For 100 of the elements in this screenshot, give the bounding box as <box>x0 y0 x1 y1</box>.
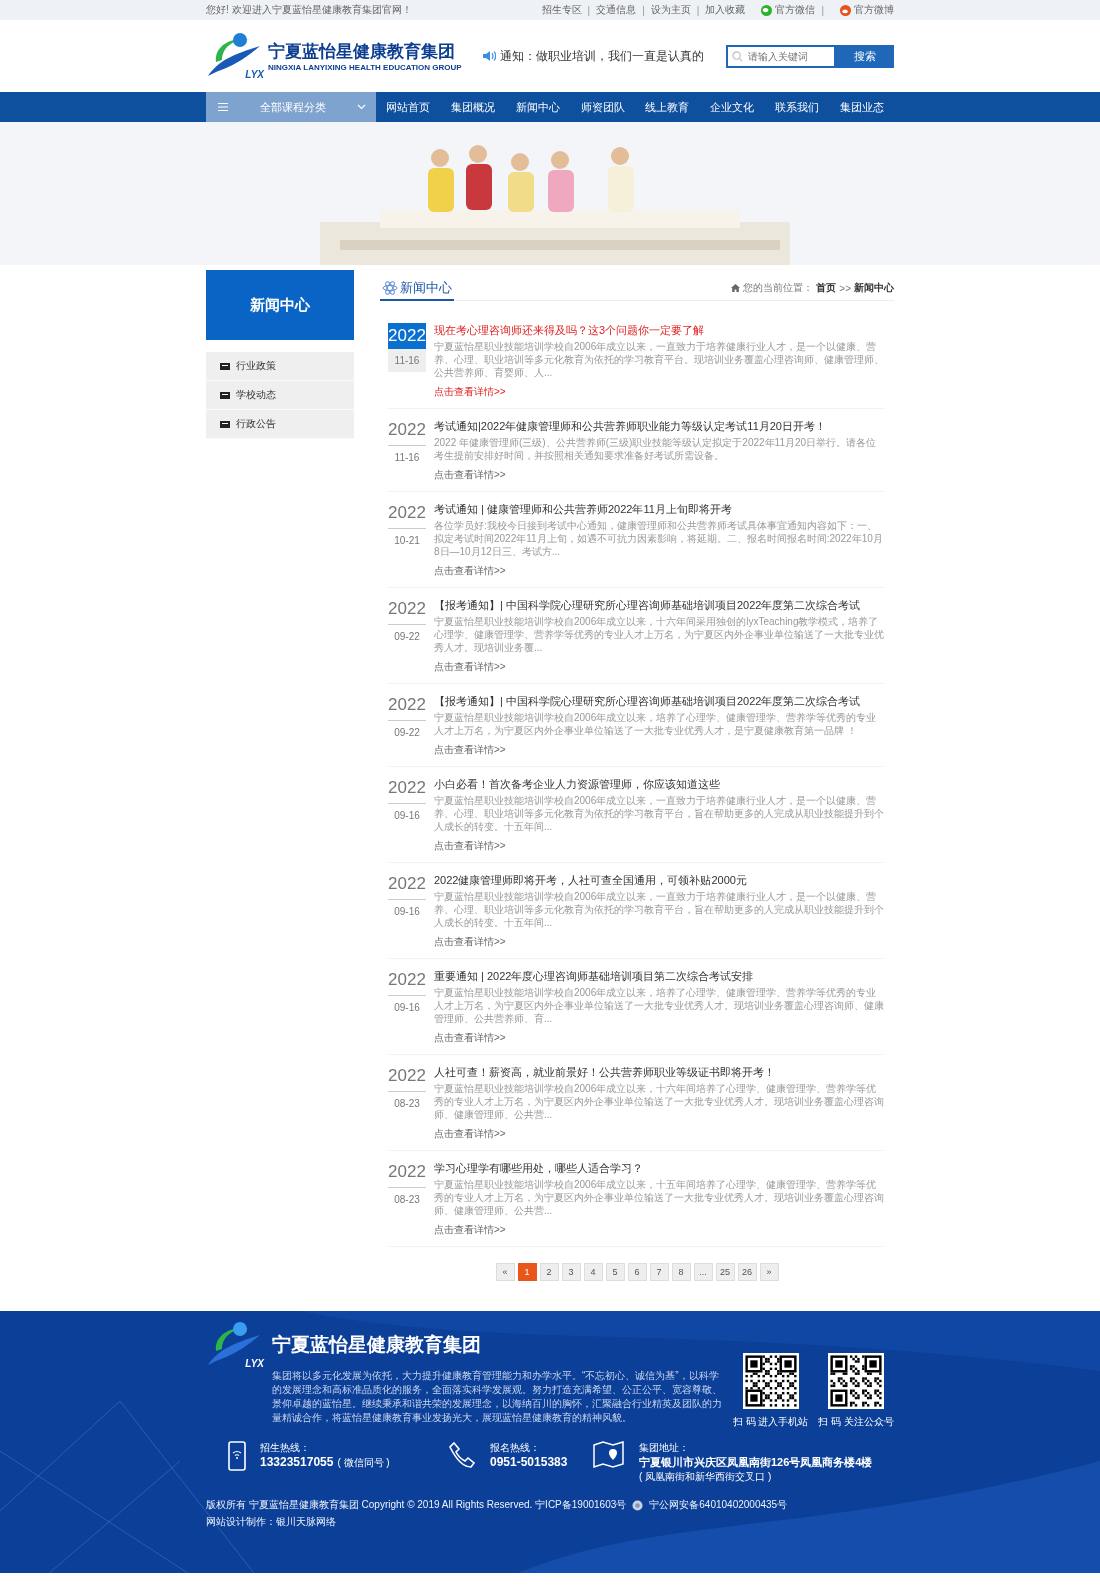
page-button[interactable]: 1 <box>517 1263 537 1281</box>
swoosh-logo-icon <box>206 32 262 78</box>
page-button[interactable]: 8 <box>671 1263 691 1281</box>
breadcrumb-label: 您的当前位置： <box>743 281 814 295</box>
read-more-link[interactable]: 点击查看详情>> <box>434 386 506 397</box>
date-year: 2022 <box>388 1065 426 1092</box>
news-title-link[interactable]: 现在考心理咨询师还来得及吗？这3个问题你一定要了解 <box>434 323 884 338</box>
read-more-link[interactable]: 点击查看详情>> <box>434 936 506 947</box>
date-day: 10-21 <box>388 529 426 546</box>
brand-subtitle: NINGXIA LANYIXING HEALTH EDUCATION GROUP <box>268 63 462 72</box>
nav-tab[interactable]: 师资团队 <box>570 92 635 122</box>
page-button[interactable]: 26 <box>737 1263 757 1281</box>
qr-caption: 扫 码 关注公众号 <box>818 1415 894 1429</box>
social-link[interactable]: 官方微信 <box>761 3 816 17</box>
read-more-link[interactable]: 点击查看详情>> <box>434 661 506 672</box>
page-button[interactable]: 7 <box>649 1263 669 1281</box>
search-icon <box>732 50 743 62</box>
telephone-icon <box>448 1441 476 1469</box>
welcome-text: 您好! 欢迎进入宁夏蓝怡星健康教育集团官网！ <box>206 3 412 17</box>
menu-icon <box>218 103 228 111</box>
chat-bubble-icon <box>761 4 773 16</box>
read-more-link[interactable]: 点击查看详情>> <box>434 565 506 576</box>
news-title-link[interactable]: 小白必看！首次备考企业人力资源管理师，你应该知道这些 <box>434 777 884 792</box>
read-more-link[interactable]: 点击查看详情>> <box>434 744 506 755</box>
sidebar-item[interactable]: 行业政策 <box>206 352 354 381</box>
news-title-link[interactable]: 人社可查！薪资高，就业前景好！公共营养师职业等级证书即将开考！ <box>434 1065 884 1080</box>
copyright-text: 版权所有 宁夏蓝怡星健康教育集团 Copyright © 2019 All Rights Reserved. 宁ICP备19001603号 <box>206 1498 627 1512</box>
top-link[interactable]: 交通信息 <box>596 3 637 17</box>
page-button[interactable]: 3 <box>561 1263 581 1281</box>
contact-value: 0951-5015383 <box>490 1455 568 1469</box>
contact-value: 宁夏银川市兴庆区凤凰南街126号凤凰商务楼4楼 <box>639 1455 873 1470</box>
police-record-text: 宁公网安备64010402000435号 <box>649 1498 788 1512</box>
link-separator: | <box>696 4 700 16</box>
date-day: 09-16 <box>388 900 426 917</box>
page-button[interactable]: 6 <box>627 1263 647 1281</box>
mobile-phone-icon <box>228 1441 246 1471</box>
nav-tab[interactable]: 联系我们 <box>764 92 830 122</box>
news-title-link[interactable]: 重要通知 | 2022年度心理咨询师基础培训项目第二次综合考试安排 <box>434 969 884 984</box>
news-title-link[interactable]: 学习心理学有哪些用处，哪些人适合学习？ <box>434 1161 884 1176</box>
page-button[interactable]: 25 <box>715 1263 735 1281</box>
notice-text: 通知：做职业培训，我们一直是认真的 <box>500 47 704 65</box>
date-day: 09-22 <box>388 721 426 738</box>
nav-tab[interactable]: 集团业态 <box>829 92 894 122</box>
card-icon <box>220 391 230 399</box>
social-link[interactable]: 官方微博 <box>840 3 894 17</box>
news-title-link[interactable]: 【报考通知】| 中国科学院心理研究所心理咨询师基础培训项目2022年度第二次综合考试 <box>434 598 884 613</box>
news-title-link[interactable]: 考试通知|2022年健康管理师和公共营养师职业能力等级认定考试11月20日开考！ <box>434 419 884 434</box>
sidebar-item[interactable]: 行政公告 <box>206 410 354 439</box>
contact-value: 13323517055 <box>260 1455 334 1469</box>
section-title: 新闻中心 <box>400 279 452 297</box>
date-day: 08-23 <box>388 1092 426 1109</box>
breadcrumb-link[interactable]: 新闻中心 <box>854 281 894 295</box>
read-more-link[interactable]: 点击查看详情>> <box>434 840 506 851</box>
contact-note: ( 凤凰南街和新华西街交叉口 ) <box>639 1470 773 1484</box>
top-link[interactable]: 加入收藏 <box>705 3 746 17</box>
previous-page-button[interactable]: « <box>495 1263 515 1281</box>
swoosh-logo-icon <box>206 1321 262 1367</box>
news-title-link[interactable]: 考试通知 | 健康管理师和公共营养师2022年11月上旬即将开考 <box>434 502 884 517</box>
speaker-icon <box>482 50 496 62</box>
contact-label: 集团地址： <box>639 1441 690 1455</box>
read-more-link[interactable]: 点击查看详情>> <box>434 1224 506 1235</box>
logo-mark-text: LYX <box>245 70 264 80</box>
eye-logo-icon <box>840 4 851 16</box>
date-year: 2022 <box>388 694 426 721</box>
top-link[interactable]: 招生专区 <box>541 3 582 17</box>
nav-tab[interactable]: 企业文化 <box>699 92 765 122</box>
read-more-link[interactable]: 点击查看详情>> <box>434 1128 506 1139</box>
date-year: 2022 <box>388 323 426 349</box>
qr-code <box>828 1353 885 1409</box>
nav-tab[interactable]: 集团概况 <box>440 92 506 122</box>
page-button[interactable]: ... <box>693 1263 713 1281</box>
top-link[interactable]: 设为主页 <box>650 3 691 17</box>
search-field[interactable]: 请输入关键词 <box>726 44 836 68</box>
qr-code <box>742 1353 799 1409</box>
sidebar-item[interactable]: 学校动态 <box>206 381 354 410</box>
date-day: 09-22 <box>388 625 426 642</box>
breadcrumb-link[interactable]: 首页 <box>816 281 837 295</box>
date-day: 09-16 <box>388 804 426 821</box>
search-button[interactable]: 搜索 <box>836 44 894 68</box>
news-title-link[interactable]: 2022健康管理师即将开考，人社可查全国通用，可领补贴2000元 <box>434 873 884 888</box>
date-day: 11-16 <box>388 446 426 463</box>
page-button[interactable]: 4 <box>583 1263 603 1281</box>
read-more-link[interactable]: 点击查看详情>> <box>434 469 506 480</box>
page-button[interactable]: 5 <box>605 1263 625 1281</box>
atom-icon <box>382 280 398 296</box>
news-summary: 2022 年健康管理师(三级)、公共营养师(三级)职业技能等级认定拟定于2022年11月20日举行。请各位考生提前安排好时间，并按照相关通知要求准备好考试所需设备。 <box>434 436 878 462</box>
news-title-link[interactable]: 【报考通知】| 中国科学院心理研究所心理咨询师基础培训项目2022年度第二次综合考试 <box>434 694 884 709</box>
footer-brand-name: 宁夏蓝怡星健康教育集团 <box>272 1333 481 1357</box>
date-year: 2022 <box>388 873 426 900</box>
page-button[interactable]: 2 <box>539 1263 559 1281</box>
link-separator: | <box>642 4 645 16</box>
date-year: 2022 <box>388 419 426 446</box>
next-page-button[interactable]: » <box>759 1263 779 1281</box>
date-day: 08-23 <box>388 1188 426 1205</box>
nav-tab[interactable]: 新闻中心 <box>505 92 571 122</box>
nav-tab[interactable]: 网站首页 <box>376 92 441 122</box>
nav-tab[interactable]: 线上教育 <box>635 92 700 122</box>
police-badge-icon <box>632 1499 644 1511</box>
read-more-link[interactable]: 点击查看详情>> <box>434 1032 506 1043</box>
logo-mark-text: LYX <box>245 1359 264 1369</box>
